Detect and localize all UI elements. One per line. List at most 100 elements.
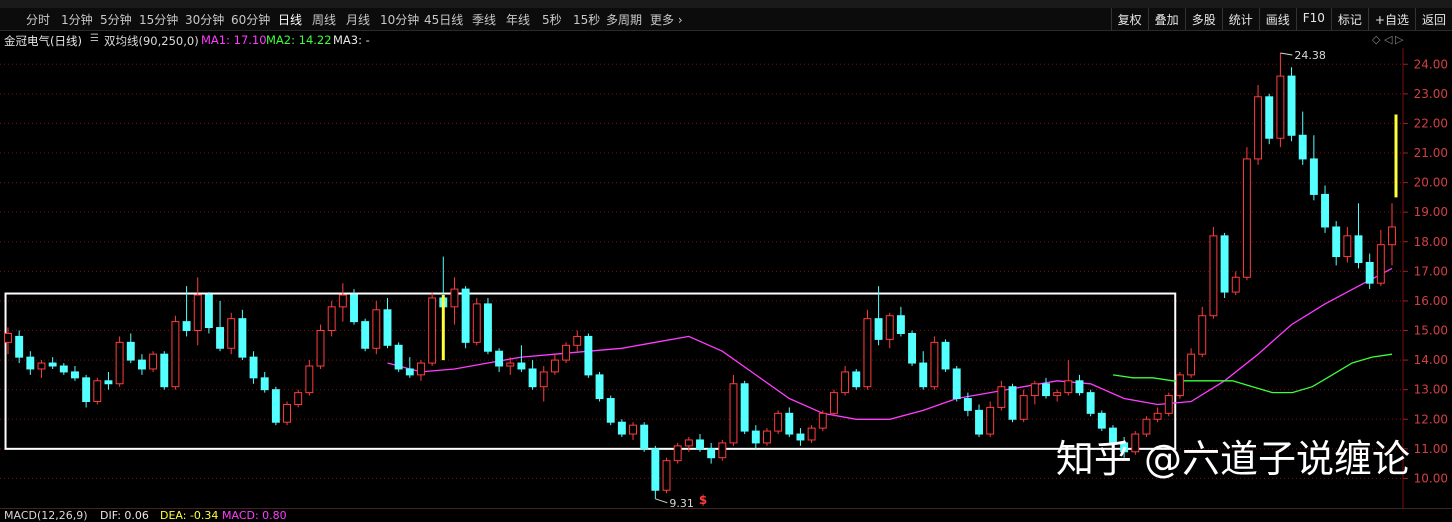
y-tick-label: 22.00: [1414, 116, 1448, 130]
y-tick-label: 11.00: [1414, 442, 1448, 456]
tool-button-0[interactable]: 复权: [1110, 8, 1148, 30]
candle-body: [1309, 158, 1318, 195]
y-tick-label: 13.00: [1414, 383, 1448, 397]
tool-button-5[interactable]: F10: [1295, 8, 1331, 30]
candle-body: [684, 439, 693, 447]
period-tab-13[interactable]: 5秒: [542, 11, 562, 28]
period-tab-16[interactable]: 更多 ›: [650, 11, 683, 28]
candle-body: [1164, 395, 1173, 414]
candle-body: [1321, 193, 1329, 228]
tool-button-8[interactable]: 返回: [1414, 8, 1452, 30]
candle-body: [718, 442, 727, 459]
candle-body: [997, 386, 1006, 408]
candle-body: [963, 398, 972, 411]
candle-body: [37, 362, 46, 370]
candle-body: [93, 380, 102, 403]
candle-body: [249, 356, 258, 379]
candle-body: [640, 424, 649, 450]
scroll-left-icon[interactable]: ◁: [1384, 33, 1392, 46]
candle-body: [1209, 235, 1218, 317]
candle-body: [562, 344, 571, 361]
period-tab-2[interactable]: 5分钟: [100, 11, 132, 28]
candle-body: [372, 309, 381, 349]
candle-body: [15, 335, 24, 358]
candle-body: [204, 294, 213, 329]
candle-body: [539, 371, 548, 388]
candle-body: [1019, 395, 1028, 420]
candle-body: [930, 341, 939, 388]
y-tick-label: 15.00: [1414, 324, 1448, 338]
candle-body: [283, 403, 291, 423]
candle-body: [874, 318, 883, 340]
tool-button-1[interactable]: 叠加: [1147, 8, 1185, 30]
candle-body: [863, 318, 872, 388]
candle-body: [1332, 226, 1341, 258]
candle-body: [952, 368, 961, 400]
candle-body: [818, 412, 827, 429]
period-tab-1[interactable]: 1分钟: [61, 11, 93, 28]
period-tab-14[interactable]: 15秒: [573, 11, 600, 28]
period-tab-6[interactable]: 日线: [278, 11, 302, 28]
candle-body: [774, 412, 783, 432]
annotation-pointer: [655, 498, 668, 504]
candle-body: [885, 315, 894, 340]
candle-body: [1287, 75, 1296, 136]
candle-body: [271, 389, 280, 423]
tool-button-3[interactable]: 统计: [1221, 8, 1259, 30]
period-tab-12[interactable]: 年线: [506, 11, 530, 28]
tool-button-4[interactable]: 画线: [1258, 8, 1296, 30]
candle-body: [852, 371, 861, 388]
y-tick-label: 21.00: [1414, 146, 1448, 160]
top-menu-strip: [0, 0, 1452, 8]
diamond-icon[interactable]: ◇: [1372, 33, 1380, 46]
candle-body: [696, 439, 704, 450]
period-tab-10[interactable]: 45日线: [424, 11, 463, 28]
y-tick-label: 23.00: [1414, 87, 1448, 101]
period-tab-8[interactable]: 月线: [346, 11, 370, 28]
candle-body: [785, 412, 794, 435]
indicator-name[interactable]: 双均线(90,250,0): [104, 33, 199, 49]
candle-body: [260, 377, 269, 391]
kline-chart[interactable]: 10.00 11.00 12.00 13.00 14.00 15.00 16.00 17.00…: [0, 48, 1452, 508]
period-tab-3[interactable]: 15分钟: [139, 11, 178, 28]
candle-body: [662, 460, 671, 491]
candle-body: [1030, 383, 1039, 397]
period-tab-7[interactable]: 周线: [312, 11, 336, 28]
candle-body: [550, 359, 559, 373]
period-tab-11[interactable]: 季线: [472, 11, 496, 28]
candle-body: [1053, 392, 1062, 397]
indicator-dropdown-icon[interactable]: ☰: [90, 33, 99, 44]
period-tab-0[interactable]: 分时: [26, 11, 50, 28]
period-tab-15[interactable]: 多周期: [606, 11, 642, 28]
candle-body: [1153, 412, 1162, 420]
candle-body: [629, 424, 637, 435]
candle-body: [82, 377, 91, 403]
macd-dif: DIF: 0.06: [100, 509, 149, 522]
candle-body: [1265, 96, 1274, 139]
candle-body: [751, 430, 760, 444]
candle-body: [763, 430, 771, 444]
tool-button-7[interactable]: +自选: [1367, 8, 1415, 30]
candle-body: [975, 409, 983, 435]
watermark-text: 知乎 @六道子说缠论: [1056, 437, 1410, 481]
tool-button-6[interactable]: 标记: [1330, 8, 1368, 30]
tool-button-2[interactable]: 多股: [1184, 8, 1222, 30]
period-tab-5[interactable]: 60分钟: [231, 11, 270, 28]
candle-body: [294, 392, 303, 405]
candle-body: [338, 294, 347, 308]
period-tab-4[interactable]: 30分钟: [185, 11, 224, 28]
candle-body: [606, 398, 615, 423]
tool-buttons: 复权 叠加 多股 统计 画线 F10 标记 +自选 返回: [1110, 8, 1452, 30]
period-tab-9[interactable]: 10分钟: [380, 11, 419, 28]
low-price-annotation: 9.31: [669, 497, 694, 508]
candle-body: [896, 315, 905, 334]
candle-body: [115, 341, 124, 385]
candle-body: [919, 362, 928, 388]
candle-body: [316, 330, 325, 367]
candle-body: [238, 318, 247, 358]
candle-body: [986, 406, 995, 435]
candle-body: [841, 371, 850, 394]
candle-body: [517, 362, 526, 370]
scroll-right-icon[interactable]: ▷: [1395, 33, 1403, 46]
candle-body: [506, 362, 515, 367]
